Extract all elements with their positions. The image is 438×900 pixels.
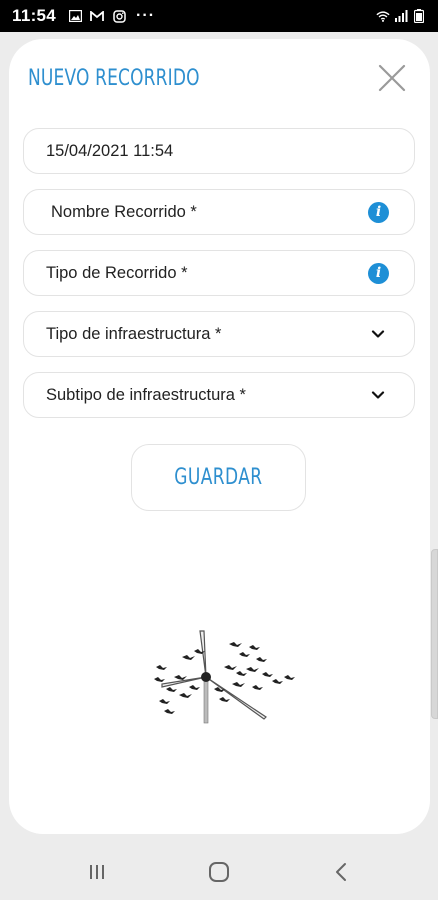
route-type-field[interactable]: Tipo de Recorrido * i [23, 250, 415, 296]
battery-icon [412, 9, 426, 23]
date-field[interactable]: 15/04/2021 11:54 [23, 128, 415, 174]
gmail-icon [90, 9, 104, 23]
infrastructure-subtype-select[interactable]: Subtipo de infraestructura * [23, 372, 415, 418]
infrastructure-type-label: Tipo de infraestructura * [46, 324, 222, 343]
save-button-label: GUARDAR [174, 465, 263, 490]
chevron-down-icon [371, 391, 385, 399]
more-notifications: ··· [136, 7, 156, 24]
back-button[interactable] [326, 857, 356, 887]
date-value: 15/04/2021 11:54 [46, 141, 174, 160]
route-name-field[interactable]: Nombre Recorrido * i [23, 189, 415, 235]
home-button[interactable] [204, 857, 234, 887]
recents-icon [90, 865, 104, 879]
route-type-placeholder: Tipo de Recorrido * [46, 263, 188, 282]
instagram-icon [112, 9, 126, 23]
infrastructure-subtype-label: Subtipo de infraestructura * [46, 385, 246, 404]
back-icon [336, 863, 346, 881]
recents-button[interactable] [82, 857, 112, 887]
info-icon[interactable]: i [368, 262, 389, 284]
home-icon [209, 862, 229, 882]
save-button[interactable]: GUARDAR [131, 444, 306, 511]
infrastructure-type-select[interactable]: Tipo de infraestructura * [23, 311, 415, 357]
route-name-placeholder: Nombre Recorrido * [51, 202, 197, 221]
new-route-modal: NUEVO RECORRIDO 15/04/2021 11:54 Nombre … [9, 39, 430, 834]
wifi-icon [376, 9, 390, 23]
modal-title: NUEVO RECORRIDO [28, 66, 200, 91]
notification-icons: ··· [68, 7, 155, 25]
info-icon[interactable]: i [368, 201, 389, 223]
edge-panel-handle[interactable] [431, 549, 438, 719]
wind-turbine-birds-illustration [154, 630, 295, 724]
image-icon [68, 9, 82, 23]
close-button[interactable] [376, 62, 408, 94]
signal-icon [394, 9, 408, 23]
close-icon [378, 64, 406, 92]
status-bar: 11:54 ··· [0, 0, 438, 32]
system-navigation-bar [0, 843, 438, 900]
status-time: 11:54 [12, 6, 57, 25]
system-icons [376, 9, 426, 23]
chevron-down-icon [371, 330, 385, 338]
